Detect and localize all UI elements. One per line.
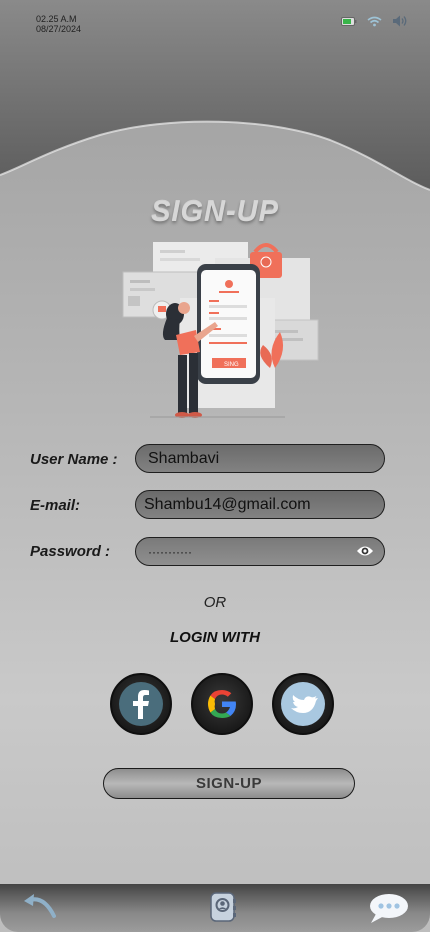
status-time: 02.25 A.M xyxy=(36,14,77,24)
status-icons xyxy=(341,14,408,28)
back-arrow-icon[interactable] xyxy=(22,892,58,920)
twitter-login-button[interactable] xyxy=(272,673,334,735)
show-password-eye-icon[interactable] xyxy=(356,544,374,558)
email-input[interactable]: Shambu14@gmail.com xyxy=(135,490,385,519)
illustration-phone-button: SING xyxy=(224,362,239,368)
chat-bubble-icon[interactable] xyxy=(368,892,410,924)
username-input[interactable]: Shambavi xyxy=(135,444,385,473)
email-label: E-mail: xyxy=(30,497,81,514)
twitter-icon xyxy=(281,682,325,726)
signup-button[interactable]: SIGN-UP xyxy=(103,768,355,799)
password-input[interactable]: ··········· xyxy=(135,537,385,566)
wifi-icon xyxy=(367,16,382,26)
username-value: Shambavi xyxy=(148,449,220,467)
signup-illustration: SING xyxy=(122,242,319,418)
password-value: ··········· xyxy=(148,544,192,559)
facebook-login-button[interactable] xyxy=(110,673,172,735)
login-with-label: LOGIN WITH xyxy=(170,629,260,646)
facebook-icon xyxy=(119,682,163,726)
or-divider: OR xyxy=(203,594,227,611)
google-icon xyxy=(208,690,236,718)
contacts-icon[interactable] xyxy=(206,890,240,924)
volume-icon xyxy=(393,15,407,27)
password-label: Password : xyxy=(30,543,111,560)
status-date: 08/27/2024 xyxy=(36,24,82,34)
battery-icon xyxy=(341,16,357,26)
status-clock: 02.25 A.M 08/27/2024 xyxy=(36,14,81,34)
page-title: SIGN-UP xyxy=(151,196,279,228)
bottom-navigation-bar xyxy=(0,884,430,932)
google-login-button[interactable] xyxy=(191,673,253,735)
username-label: User Name : xyxy=(30,451,118,468)
email-value: Shambu14@gmail.com xyxy=(144,495,311,513)
